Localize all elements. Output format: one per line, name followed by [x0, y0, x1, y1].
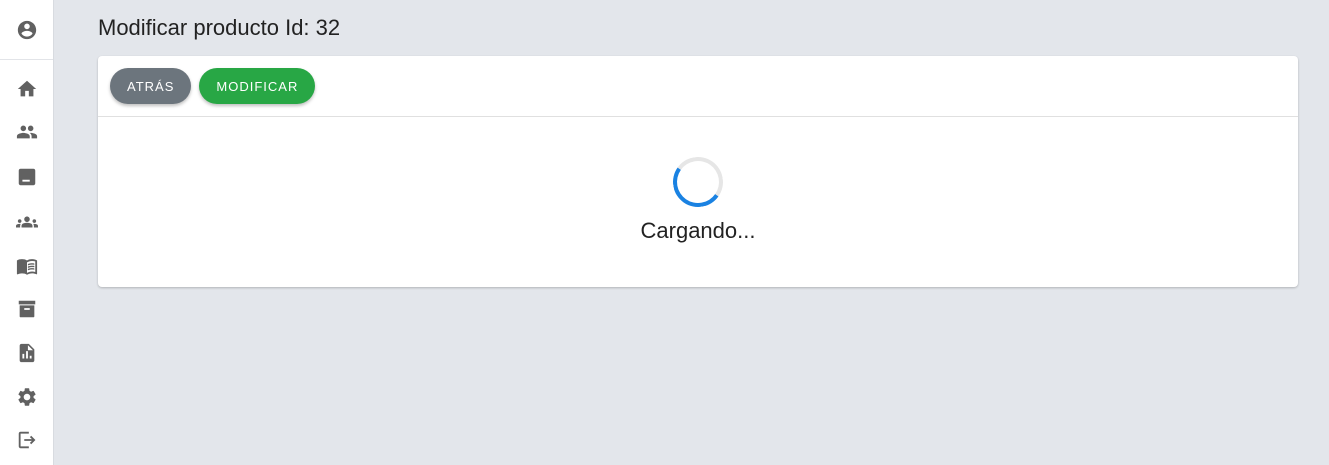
- back-button[interactable]: ATRÁS: [110, 68, 192, 104]
- settings-icon: [17, 388, 36, 406]
- loading-panel: Cargando...: [98, 117, 1298, 287]
- loading-text: Cargando...: [640, 218, 756, 243]
- card-toolbar: ATRÁS MODIFICAR: [98, 56, 1298, 117]
- sidebar: [0, 0, 54, 465]
- sidebar-item-store[interactable]: [0, 161, 53, 193]
- sidebar-item-settings[interactable]: [0, 381, 53, 413]
- modify-button[interactable]: MODIFICAR: [199, 68, 316, 104]
- sidebar-item-reports[interactable]: [0, 337, 53, 369]
- store-icon: [18, 168, 35, 186]
- avatar[interactable]: [0, 0, 53, 60]
- page-title: Modificar producto Id: 32: [98, 15, 341, 40]
- people-icon: [16, 125, 37, 139]
- home-icon: [17, 80, 36, 97]
- product-card: ATRÁS MODIFICAR Cargando...: [98, 56, 1298, 287]
- sidebar-item-logout[interactable]: [0, 424, 53, 456]
- sidebar-item-home[interactable]: [0, 73, 53, 105]
- sidebar-item-catalog[interactable]: [0, 250, 53, 282]
- account-circle-icon: [17, 20, 36, 39]
- menu-book-icon: [16, 259, 37, 275]
- report-icon: [19, 343, 34, 363]
- sidebar-item-archive[interactable]: [0, 293, 53, 325]
- archive-icon: [18, 300, 35, 318]
- groups-icon: [15, 216, 38, 228]
- sidebar-item-users[interactable]: [0, 116, 53, 148]
- logout-icon: [18, 431, 35, 449]
- sidebar-item-groups[interactable]: [0, 206, 53, 238]
- loading-spinner: [669, 153, 727, 211]
